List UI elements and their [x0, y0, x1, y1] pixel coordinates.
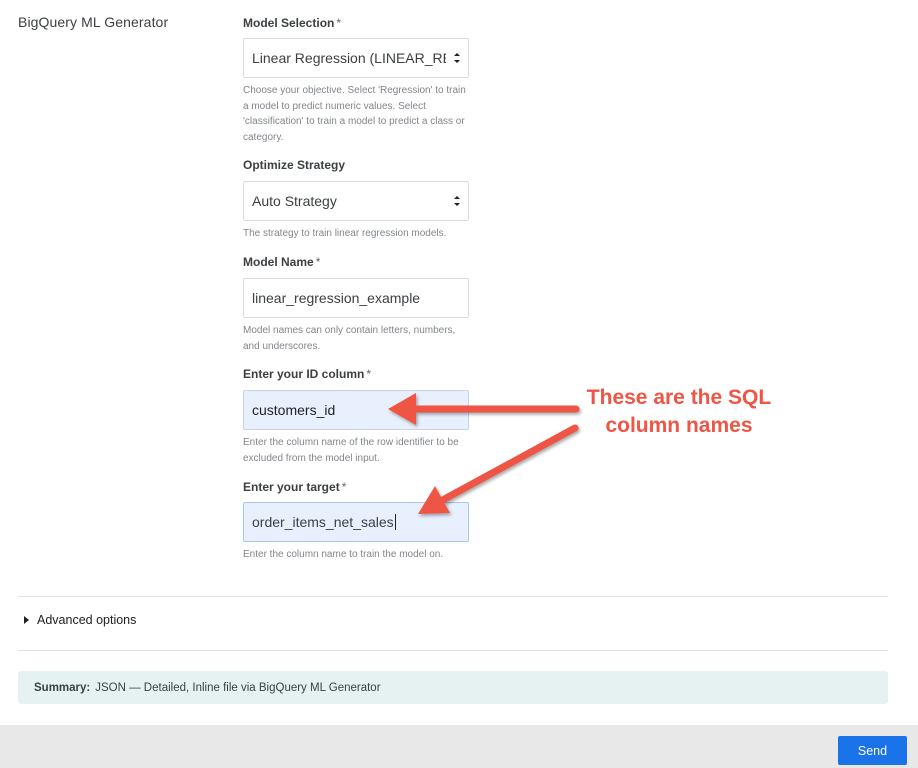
- target-input[interactable]: order_items_net_sales: [243, 502, 469, 542]
- required-mark: *: [366, 367, 372, 381]
- id-column-value: customers_id: [252, 402, 336, 418]
- annotation-line-1: These are the SQL: [586, 386, 772, 409]
- divider: [18, 650, 888, 651]
- model-name-value: linear_regression_example: [252, 290, 421, 306]
- target-label-text: Enter your target: [243, 480, 340, 494]
- id-column-input[interactable]: customers_id: [243, 390, 469, 430]
- model-name-input[interactable]: linear_regression_example: [243, 278, 469, 318]
- summary-label: Summary:: [34, 681, 91, 694]
- model-name-label: Model Name *: [243, 255, 320, 269]
- model-selection-hint: Choose your objective. Select 'Regressio…: [243, 85, 466, 143]
- target-label: Enter your target *: [243, 480, 346, 494]
- optimize-strategy-select[interactable]: Auto Strategy: [243, 181, 469, 221]
- optimize-strategy-value: Auto Strategy: [252, 193, 337, 209]
- target-value: order_items_net_sales: [252, 514, 394, 530]
- id-column-hint: Enter the column name of the row identif…: [243, 437, 459, 464]
- advanced-options-label: Advanced options: [37, 613, 137, 627]
- footer-bar: Send: [0, 725, 918, 768]
- annotation-line-2: column names: [605, 414, 753, 437]
- model-selection-label-text: Model Selection: [243, 16, 335, 30]
- required-mark: *: [341, 480, 347, 494]
- sidebar-title: BigQuery ML Generator: [18, 14, 169, 30]
- advanced-options-toggle[interactable]: Advanced options: [24, 613, 136, 627]
- select-caret-icon: [454, 53, 460, 63]
- required-mark: *: [315, 255, 321, 269]
- optimize-strategy-label: Optimize Strategy: [243, 158, 345, 172]
- annotation-label: These are the SQL column names: [577, 384, 781, 440]
- optimize-strategy-hint: The strategy to train linear regression …: [243, 228, 447, 239]
- id-column-label-text: Enter your ID column: [243, 367, 365, 381]
- divider: [18, 596, 888, 597]
- expand-triangle-icon: [24, 616, 29, 624]
- model-name-hint: Model names can only contain letters, nu…: [243, 325, 456, 352]
- send-button[interactable]: Send: [838, 736, 907, 765]
- model-selection-value: Linear Regression (LINEAR_RE: [252, 50, 446, 66]
- optimize-strategy-label-text: Optimize Strategy: [243, 158, 346, 172]
- id-column-label: Enter your ID column *: [243, 367, 371, 381]
- model-name-label-text: Model Name: [243, 255, 314, 269]
- summary-bar: Summary: JSON — Detailed, Inline file vi…: [18, 671, 888, 704]
- model-selection-label: Model Selection *: [243, 16, 341, 30]
- required-mark: *: [336, 16, 342, 30]
- summary-text: JSON — Detailed, Inline file via BigQuer…: [95, 681, 381, 694]
- target-hint: Enter the column name to train the model…: [243, 549, 444, 560]
- text-cursor: [394, 514, 396, 530]
- model-selection-select[interactable]: Linear Regression (LINEAR_RE: [243, 38, 469, 78]
- select-caret-icon: [454, 196, 460, 206]
